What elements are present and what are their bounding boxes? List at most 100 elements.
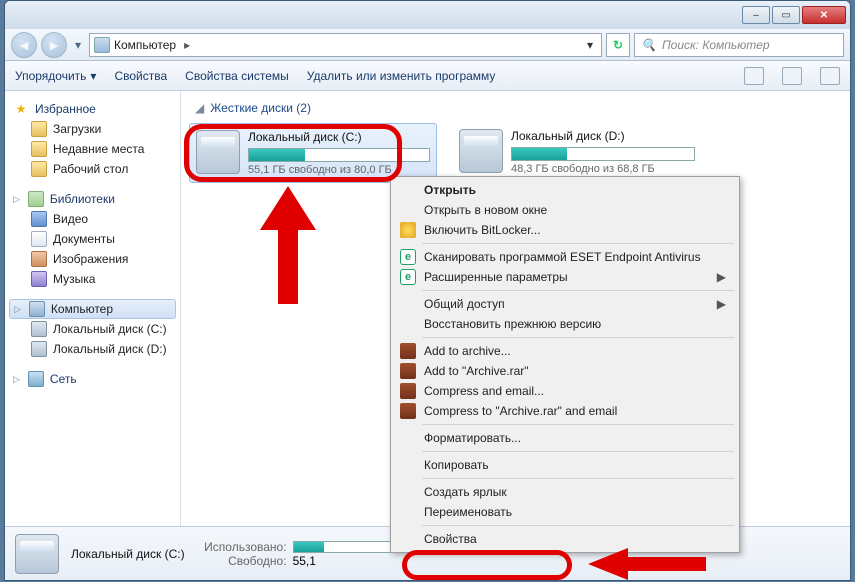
rar-icon <box>400 383 416 399</box>
details-drive-name: Локальный диск (C:) <box>71 547 185 561</box>
sidebar-item-pictures[interactable]: Изображения <box>9 249 176 269</box>
drive-icon <box>15 534 59 574</box>
context-menu-item[interactable]: Включить BitLocker... <box>394 220 736 240</box>
context-menu-item[interactable]: Открыть <box>394 180 736 200</box>
menu-item-label: Открыть <box>424 183 476 197</box>
titlebar: – ▭ ✕ <box>5 1 850 29</box>
sidebar-item-downloads[interactable]: Загрузки <box>9 119 176 139</box>
help-button[interactable] <box>820 67 840 85</box>
context-menu-item[interactable]: Форматировать... <box>394 428 736 448</box>
drive-item-c[interactable]: Локальный диск (C:) 55,1 ГБ свободно из … <box>189 123 437 183</box>
search-placeholder: Поиск: Компьютер <box>662 38 770 52</box>
eset-icon: e <box>400 249 416 265</box>
properties-button[interactable]: Свойства <box>114 69 167 83</box>
context-menu-item[interactable]: Свойства <box>394 529 736 549</box>
context-menu-item[interactable]: Add to archive... <box>394 341 736 361</box>
expand-icon: ▷ <box>14 304 23 315</box>
preview-pane-button[interactable] <box>782 67 802 85</box>
drive-icon <box>459 129 503 173</box>
menu-item-label: Восстановить прежнюю версию <box>424 317 601 331</box>
music-icon <box>31 271 47 287</box>
sidebar-item-network[interactable]: ▷Сеть <box>9 369 176 389</box>
menu-item-label: Открыть в новом окне <box>424 203 547 217</box>
free-label: Свободно: <box>197 554 287 568</box>
maximize-button[interactable]: ▭ <box>772 6 800 24</box>
drive-icon <box>31 341 47 357</box>
uninstall-program-button[interactable]: Удалить или изменить программу <box>307 69 496 83</box>
context-menu-item[interactable]: Общий доступ▶ <box>394 294 736 314</box>
organize-menu[interactable]: Упорядочить▾ <box>15 69 96 83</box>
star-icon: ★ <box>13 101 29 117</box>
sidebar-item-recent[interactable]: Недавние места <box>9 139 176 159</box>
free-space-text: 55,1 ГБ свободно из 80,0 ГБ <box>248 164 430 176</box>
menu-item-label: Копировать <box>424 458 489 472</box>
address-dropdown[interactable]: ▾ <box>583 38 597 52</box>
context-menu-item[interactable]: Открыть в новом окне <box>394 200 736 220</box>
video-icon <box>31 211 47 227</box>
used-bar <box>293 541 393 553</box>
context-menu-item[interactable]: Переименовать <box>394 502 736 522</box>
context-menu-item[interactable]: Add to "Archive.rar" <box>394 361 736 381</box>
drive-name: Локальный диск (C:) <box>248 130 430 146</box>
menu-item-label: Переименовать <box>424 505 512 519</box>
menu-item-label: Compress and email... <box>424 384 544 398</box>
sidebar-item-computer[interactable]: ▷Компьютер <box>9 299 176 319</box>
address-bar[interactable]: Компьютер ▸ ▾ <box>89 33 602 57</box>
group-header-hard-disks[interactable]: ◢Жесткие диски (2) <box>189 97 842 123</box>
context-menu-item[interactable]: Compress to "Archive.rar" and email <box>394 401 736 421</box>
view-options-button[interactable] <box>744 67 764 85</box>
sidebar-item-videos[interactable]: Видео <box>9 209 176 229</box>
submenu-chevron-icon: ▶ <box>717 297 726 311</box>
rar-icon <box>400 403 416 419</box>
drive-icon <box>196 130 240 174</box>
folder-icon <box>31 141 47 157</box>
context-menu-item[interactable]: eРасширенные параметры▶ <box>394 267 736 287</box>
drive-item-d[interactable]: Локальный диск (D:) 48,3 ГБ свободно из … <box>453 123 701 183</box>
libraries-icon <box>28 191 44 207</box>
menu-item-label: Compress to "Archive.rar" and email <box>424 404 617 418</box>
sidebar-item-desktop[interactable]: Рабочий стол <box>9 159 176 179</box>
sidebar-item-documents[interactable]: Документы <box>9 229 176 249</box>
menu-item-label: Форматировать... <box>424 431 521 445</box>
menu-item-label: Add to "Archive.rar" <box>424 364 529 378</box>
rar-icon <box>400 343 416 359</box>
document-icon <box>31 231 47 247</box>
sidebar-item-music[interactable]: Музыка <box>9 269 176 289</box>
search-icon: 🔍 <box>641 38 656 52</box>
rar-icon <box>400 363 416 379</box>
context-menu-item[interactable]: Создать ярлык <box>394 482 736 502</box>
free-value: 55,1 <box>293 554 316 568</box>
drive-icon <box>31 321 47 337</box>
command-bar: Упорядочить▾ Свойства Свойства системы У… <box>5 61 850 91</box>
folder-icon <box>31 161 47 177</box>
sidebar-item-drive-c[interactable]: Локальный диск (C:) <box>9 319 176 339</box>
context-menu-item[interactable]: e Сканировать программой ESET Endpoint An… <box>394 247 736 267</box>
libraries-header[interactable]: ▷Библиотеки <box>9 189 176 209</box>
system-properties-button[interactable]: Свойства системы <box>185 69 289 83</box>
context-menu-item[interactable]: Копировать <box>394 455 736 475</box>
sidebar-item-drive-d[interactable]: Локальный диск (D:) <box>9 339 176 359</box>
navigation-bar: ◄ ► ▾ Компьютер ▸ ▾ ↻ 🔍 Поиск: Компьютер <box>5 29 850 61</box>
menu-item-label: Свойства <box>424 532 477 546</box>
refresh-button[interactable]: ↻ <box>606 33 630 57</box>
computer-icon <box>29 301 45 317</box>
history-dropdown[interactable]: ▾ <box>71 34 85 56</box>
search-input[interactable]: 🔍 Поиск: Компьютер <box>634 33 844 57</box>
close-button[interactable]: ✕ <box>802 6 846 24</box>
menu-item-label: Сканировать программой ESET Endpoint Ant… <box>424 250 701 264</box>
favorites-header[interactable]: ★Избранное <box>9 99 176 119</box>
context-menu-item[interactable]: Восстановить прежнюю версию <box>394 314 736 334</box>
context-menu: Открыть Открыть в новом окне Включить BitL… <box>390 176 740 553</box>
breadcrumb-chevron-icon[interactable]: ▸ <box>180 38 194 52</box>
minimize-button[interactable]: – <box>742 6 770 24</box>
menu-item-label: Включить BitLocker... <box>424 223 541 237</box>
menu-item-label: Создать ярлык <box>424 485 507 499</box>
forward-button[interactable]: ► <box>41 32 67 58</box>
shield-icon <box>400 222 416 238</box>
context-menu-item[interactable]: Compress and email... <box>394 381 736 401</box>
back-button[interactable]: ◄ <box>11 32 37 58</box>
network-icon <box>28 371 44 387</box>
computer-icon <box>94 37 110 53</box>
address-text: Компьютер <box>114 38 176 52</box>
folder-icon <box>31 121 47 137</box>
